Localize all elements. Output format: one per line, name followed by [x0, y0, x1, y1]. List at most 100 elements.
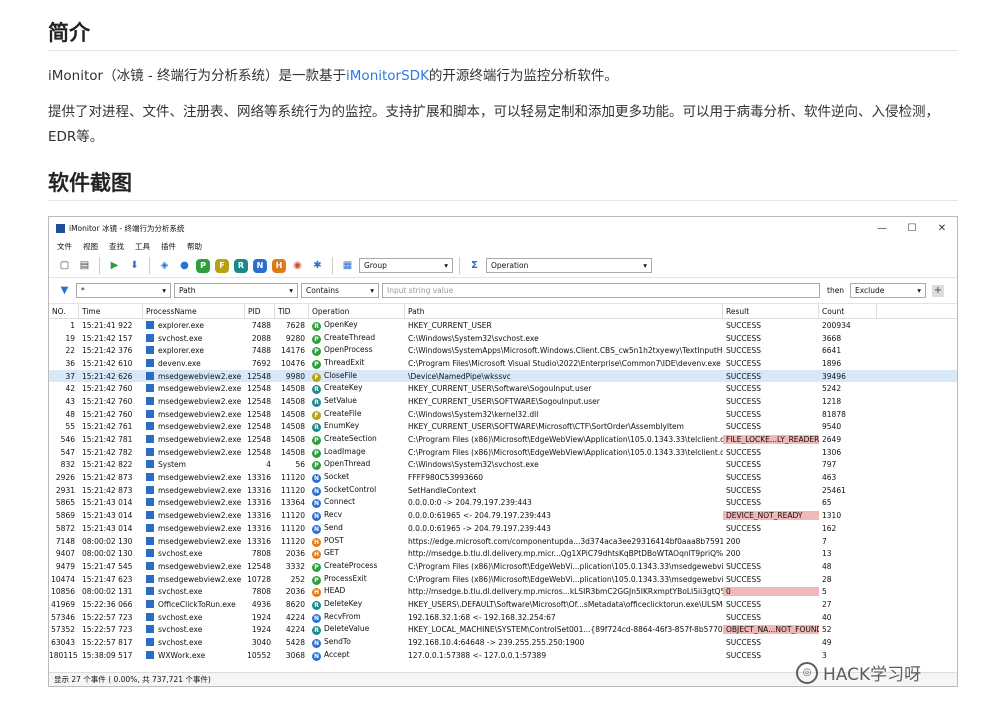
divider: [48, 50, 958, 51]
cell-cnt: 200934: [822, 320, 851, 330]
filter-relation-select[interactable]: Contains ▾: [301, 283, 379, 298]
cell-path: http://msedge.b.tlu.dl.delivery.mp.micr.…: [408, 549, 723, 559]
sigma-icon[interactable]: Σ: [466, 257, 483, 274]
cell-pid: 12548: [247, 409, 271, 419]
table-row[interactable]: 9407 08:00:02 130 svchost.exe 7808 2036 H GET h…: [49, 547, 957, 560]
column-header[interactable]: Result: [723, 304, 819, 318]
cell-res: 200: [726, 536, 741, 546]
filter-action-select[interactable]: Exclude ▾: [850, 283, 926, 298]
menu-item[interactable]: 帮助: [187, 241, 202, 252]
column-header[interactable]: Count: [819, 304, 877, 318]
table-row[interactable]: 546 15:21:42 781 msedgewebview2.exe 12548 14…: [49, 433, 957, 446]
maximize-button[interactable]: ☐: [897, 223, 927, 234]
table-row[interactable]: 5865 15:21:43 014 msedgewebview2.exe 13316 1…: [49, 497, 957, 510]
cell-path: C:\Windows\System32\svchost.exe: [408, 460, 539, 470]
column-header[interactable]: ProcessName: [143, 304, 245, 318]
cell-proc: msedgewebview2.exe: [143, 511, 245, 520]
table-row[interactable]: 9479 15:21:47 545 msedgewebview2.exe 12548 3…: [49, 560, 957, 573]
column-header[interactable]: PID: [245, 304, 275, 318]
cell-proc: devenv.exe: [143, 358, 245, 368]
cell-cnt: 162: [822, 523, 837, 533]
column-header[interactable]: Operation: [309, 304, 405, 318]
filter-f-icon[interactable]: F: [215, 258, 229, 273]
close-button[interactable]: ✕: [927, 223, 957, 234]
menu-item[interactable]: 插件: [161, 241, 176, 252]
table-row[interactable]: 7148 08:00:02 130 msedgewebview2.exe 13316 1…: [49, 535, 957, 548]
table-row[interactable]: 10474 15:21:47 623 msedgewebview2.exe 10728…: [49, 573, 957, 586]
cell-path: 192.168.32.1:68 <- 192.168.32.254:67: [408, 612, 556, 622]
table-row[interactable]: 57346 15:22:57 723 svchost.exe 1924 4224 N Rec…: [49, 611, 957, 624]
operation-type-icon: R: [312, 385, 321, 395]
window-title: iMonitor 冰镜 - 终端行为分析系统: [69, 223, 185, 233]
minimize-button[interactable]: —: [867, 223, 897, 234]
eraser-icon[interactable]: ◈: [156, 257, 173, 274]
gear-icon[interactable]: ✱: [309, 257, 326, 274]
download-icon[interactable]: ⬇: [126, 257, 143, 274]
table-row[interactable]: 48 15:21:42 760 msedgewebview2.exe 12548 145…: [49, 408, 957, 421]
table-row[interactable]: 547 15:21:42 782 msedgewebview2.exe 12548 14…: [49, 446, 957, 459]
cell-time: 15:22:57 723: [82, 612, 133, 622]
chrome-icon[interactable]: ◉: [289, 257, 306, 274]
cell-res: SUCCESS: [726, 460, 761, 470]
features-paragraph: 提供了对进程、文件、注册表、网络等系统行为的监控。支持扩展和脚本，可以轻易定制和…: [48, 104, 939, 145]
cell-num: 5869: [55, 511, 75, 521]
operation-type-icon: N: [312, 474, 321, 484]
cell-res: SUCCESS: [726, 422, 761, 432]
table-row[interactable]: 2926 15:21:42 873 msedgewebview2.exe 13316 1…: [49, 471, 957, 484]
table-row[interactable]: 55 15:21:42 761 msedgewebview2.exe 12548 145…: [49, 421, 957, 434]
table-row[interactable]: 10856 08:00:02 131 svchost.exe 7808 2036 H HEA…: [49, 585, 957, 598]
filter-h-icon[interactable]: H: [272, 258, 286, 273]
table-row[interactable]: 2931 15:21:42 873 msedgewebview2.exe 13316 1…: [49, 484, 957, 497]
table-row[interactable]: 832 15:21:42 822 System 4 56 P OpenThread C:\Wi…: [49, 459, 957, 472]
cell-time: 15:22:57 817: [82, 638, 133, 648]
filter-n-icon[interactable]: N: [253, 258, 267, 273]
menu-item[interactable]: 文件: [57, 241, 72, 252]
operation-select[interactable]: Operation ▾: [486, 258, 652, 273]
imonitorsdk-link[interactable]: iMonitorSDK: [346, 68, 429, 84]
cell-pid: 12548: [247, 422, 271, 432]
menu-item[interactable]: 工具: [135, 241, 150, 252]
cell-time: 15:21:42 782: [82, 447, 133, 457]
cell-path: HKEY_CURRENT_USER\SOFTWARE\Microsoft\CTF…: [408, 422, 684, 432]
filter-icon[interactable]: ▼: [56, 282, 73, 299]
table-row[interactable]: 5869 15:21:43 014 msedgewebview2.exe 13316 1…: [49, 509, 957, 522]
operation-type-icon: P: [312, 347, 321, 357]
table-row[interactable]: 1 15:21:41 922 explorer.exe 7488 7628 R OpenKe…: [49, 319, 957, 332]
filter-column-select[interactable]: * ▾: [76, 283, 171, 298]
column-header[interactable]: NO.: [49, 304, 79, 318]
table-row[interactable]: 43 15:21:42 760 msedgewebview2.exe 12548 145…: [49, 395, 957, 408]
group-icon[interactable]: ▦: [339, 257, 356, 274]
cell-path: https://edge.microsoft.com/componentupda…: [408, 536, 723, 546]
add-filter-button[interactable]: +: [932, 284, 944, 297]
cell-cnt: 1896: [822, 358, 842, 368]
filter-p-icon[interactable]: P: [196, 258, 210, 273]
operation-type-icon: F: [312, 410, 321, 420]
column-header[interactable]: Time: [79, 304, 143, 318]
play-icon[interactable]: ▶: [106, 257, 123, 274]
menu-item[interactable]: 视图: [83, 241, 98, 252]
table-row[interactable]: 63043 15:22:57 817 svchost.exe 3040 5428 N Sen…: [49, 636, 957, 649]
save-icon[interactable]: ▤: [76, 257, 93, 274]
column-header[interactable]: Path: [405, 304, 723, 318]
table-row[interactable]: 57352 15:22:57 723 svchost.exe 1924 4224 R Del…: [49, 624, 957, 637]
operation-type-icon: P: [312, 461, 321, 471]
table-row[interactable]: 37 15:21:42 626 msedgewebview2.exe 12548 998…: [49, 369, 957, 383]
table-row[interactable]: 5872 15:21:43 014 msedgewebview2.exe 13316 1…: [49, 522, 957, 535]
table-row[interactable]: 41969 15:22:36 066 OfficeClickToRun.exe 493…: [49, 598, 957, 611]
menu-item[interactable]: 查找: [109, 241, 124, 252]
table-row[interactable]: 22 15:21:42 376 explorer.exe 7488 14176 P Open…: [49, 344, 957, 357]
table-row[interactable]: 36 15:21:42 610 devenv.exe 7692 10476 P Thread…: [49, 357, 957, 370]
table-row[interactable]: 42 15:21:42 760 msedgewebview2.exe 12548 145…: [49, 382, 957, 395]
filter-r-icon[interactable]: R: [234, 258, 248, 273]
filter-value-input[interactable]: Input string value: [382, 283, 820, 298]
locate-icon[interactable]: ●: [176, 257, 193, 274]
table-row[interactable]: 19 15:21:42 157 svchost.exe 2088 9280 P Create…: [49, 332, 957, 345]
cell-num: 2931: [55, 485, 75, 495]
column-header[interactable]: TID: [275, 304, 309, 318]
group-select[interactable]: Group ▾: [359, 258, 453, 273]
new-icon[interactable]: ▢: [56, 257, 73, 274]
filter-field-select[interactable]: Path ▾: [174, 283, 298, 298]
cell-num: 832: [60, 460, 75, 470]
cell-time: 15:21:43 014: [82, 511, 133, 521]
cell-num: 10856: [51, 587, 75, 597]
